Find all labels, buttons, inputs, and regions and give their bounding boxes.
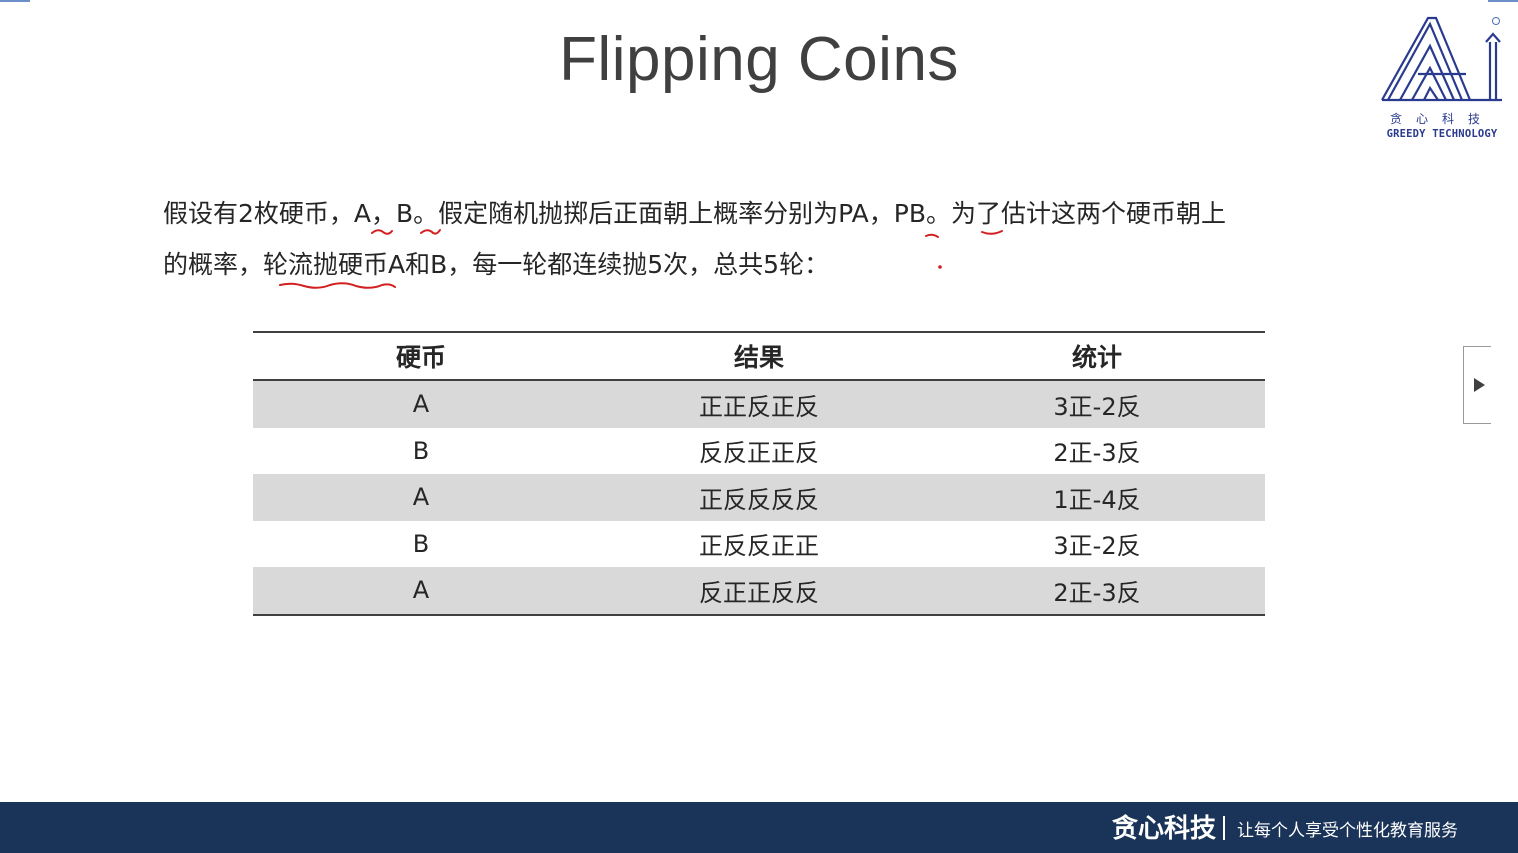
cell-stats: 2正-3反 <box>1053 439 1141 468</box>
cell-result: 反反正正反 <box>699 439 819 468</box>
header-result: 结果 <box>589 331 929 381</box>
cell-stats: 3正-2反 <box>929 380 1265 428</box>
footer-slogan: 让每个人享受个性化教育服务 <box>1237 821 1458 841</box>
table-header-row: 硬币 结果 统计 <box>253 331 1265 381</box>
footer-brand: 贪心科技 <box>1112 814 1217 844</box>
problem-description: 假设有2枚硬币，A，B。假定随机抛掷后正面朝上概率分别为PA，PB。为了估计这两… <box>163 188 1363 290</box>
top-edge-accent-right <box>1488 0 1518 2</box>
cell-stats: 2正-3反 <box>929 567 1265 616</box>
table-row: A 正反反反反 1正-4反 <box>253 474 1265 521</box>
cell-coin: B <box>412 436 430 465</box>
cell-stats: 3正-2反 <box>1053 532 1141 561</box>
footer-separator <box>1223 816 1225 840</box>
top-edge-accent <box>0 0 30 2</box>
table-row: B 正反反正正 3正-2反 <box>253 521 1265 568</box>
cell-coin: B <box>412 529 430 558</box>
cell-coin: A <box>253 380 589 428</box>
header-coin: 硬币 <box>253 331 589 381</box>
slide: Flipping Coins 贪心科技 GREEDY TECHNOLOGY 假设… <box>0 0 1518 853</box>
logo-mark-icon <box>1381 16 1502 102</box>
logo-chinese-text: 贪心科技 <box>1389 112 1494 126</box>
cell-stats: 1正-4反 <box>929 474 1265 521</box>
company-logo: 贪心科技 GREEDY TECHNOLOGY <box>1378 14 1506 146</box>
footer-bar: 贪心科技 让每个人享受个性化教育服务 <box>0 802 1518 853</box>
table-row: B 反反正正反 2正-3反 <box>253 428 1265 475</box>
cell-coin: A <box>253 567 589 616</box>
description-line-1: 假设有2枚硬币，A，B。假定随机抛掷后正面朝上概率分别为PA，PB。为了估计这两… <box>163 199 1226 228</box>
table-row: A 反正正反反 2正-3反 <box>253 567 1265 616</box>
description-line-2: 的概率，轮流抛硬币A和B，每一轮都连续抛5次，总共5轮： <box>163 250 830 279</box>
cell-result: 正反反正正 <box>699 532 819 561</box>
cell-result: 正正反正反 <box>589 380 929 428</box>
table-row: A 正正反正反 3正-2反 <box>253 380 1265 428</box>
cell-coin: A <box>253 474 589 521</box>
logo-english-text: GREEDY TECHNOLOGY <box>1386 128 1498 140</box>
play-triangle-icon <box>1474 378 1485 392</box>
coin-flip-table: 硬币 结果 统计 A 正正反正反 3正-2反 B 反反正正反 2正-3反 A 正… <box>253 331 1265 616</box>
cell-result: 正反反反反 <box>589 474 929 521</box>
next-slide-button[interactable] <box>1463 346 1491 424</box>
header-stats: 统计 <box>929 331 1265 381</box>
slide-title: Flipping Coins <box>559 25 959 94</box>
cell-result: 反正正反反 <box>589 567 929 616</box>
